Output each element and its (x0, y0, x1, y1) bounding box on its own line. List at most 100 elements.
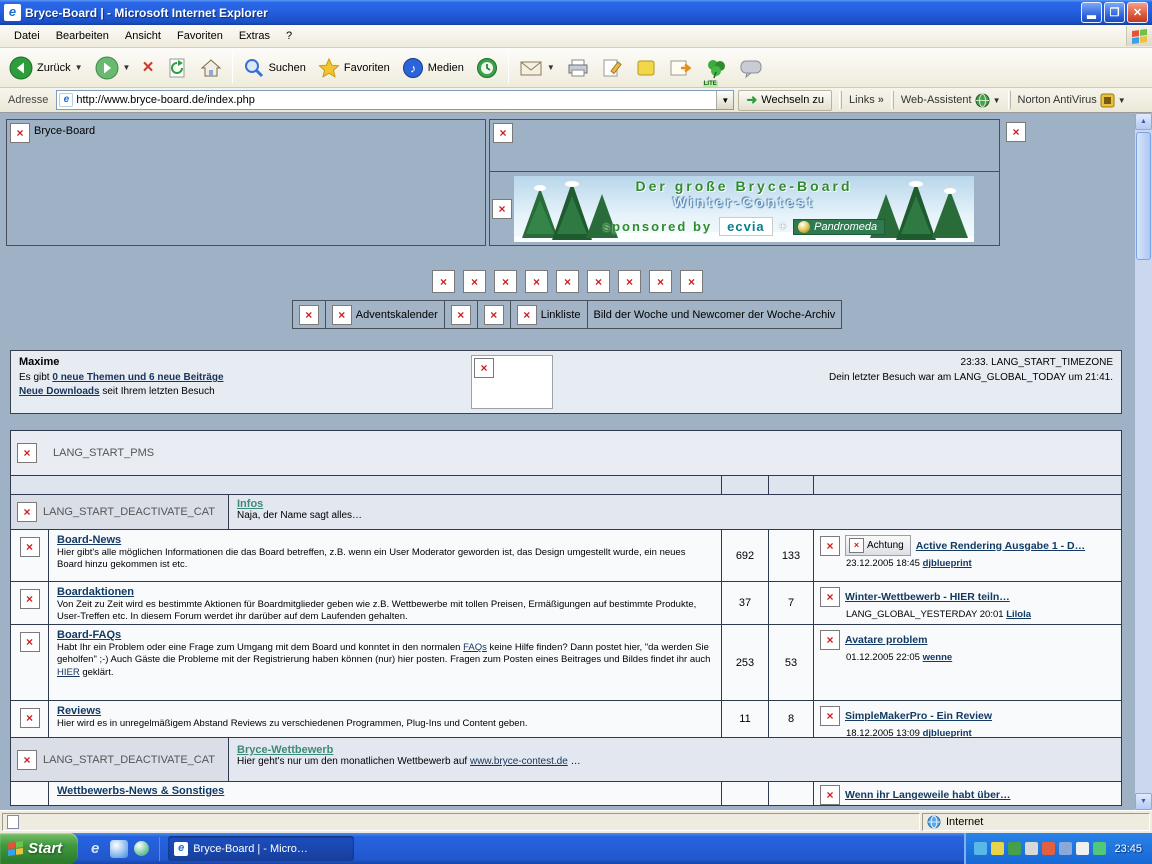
forward-dropdown-icon[interactable]: ▼ (123, 63, 131, 72)
bild-der-woche-link[interactable]: Bild der Woche und Newcomer der Woche-Ar… (594, 309, 836, 321)
toolbar-grip[interactable] (890, 91, 894, 109)
nav-button-broken-image[interactable]: × (432, 270, 455, 293)
pandromeda-logo[interactable]: Pandromeda (793, 218, 886, 235)
address-dropdown-icon[interactable]: ▼ (716, 91, 734, 109)
quick-launch-icon[interactable] (110, 839, 129, 858)
folders-button[interactable] (664, 51, 698, 85)
vertical-scrollbar[interactable]: ▲ ▼ (1135, 113, 1152, 810)
last-topic-link[interactable]: Winter-Wettbewerb - HIER teiln… (845, 591, 1010, 603)
scroll-up-button[interactable]: ▲ (1135, 113, 1152, 130)
last-post-user[interactable]: wenne (923, 652, 953, 663)
scrollbar-thumb[interactable] (1136, 132, 1151, 260)
deactivate-category-cell[interactable]: × LANG_START_DEACTIVATE_CAT (11, 738, 229, 781)
quick-launch: e (78, 839, 157, 858)
norton-toolbar[interactable]: Norton AntiVirus ▼ (1018, 93, 1126, 108)
scroll-down-button[interactable]: ▼ (1135, 793, 1152, 810)
tray-icon[interactable] (1059, 842, 1073, 855)
forum-link[interactable]: Boardaktionen (57, 586, 134, 598)
menu-extras[interactable]: Extras (231, 27, 278, 45)
nav-cell-adventskalender[interactable]: × Adventskalender (324, 300, 445, 329)
refresh-button[interactable] (161, 51, 193, 85)
nav-cell-bild-der-woche[interactable]: Bild der Woche und Newcomer der Woche-Ar… (586, 300, 843, 329)
ecvia-logo[interactable]: ecvia (719, 217, 773, 236)
address-input[interactable] (76, 92, 717, 108)
nav-button-broken-image[interactable]: × (494, 270, 517, 293)
new-downloads-line[interactable]: Neue Downloads seit Ihrem letzten Besuch (19, 385, 471, 400)
winter-contest-banner[interactable]: Der große Bryce-Board Winter-Contest spo… (514, 175, 974, 242)
nav-button-broken-image[interactable]: × (587, 270, 610, 293)
stop-button[interactable]: × (137, 51, 158, 85)
media-button[interactable]: ♪ Medien (397, 51, 469, 85)
menu-hilfe[interactable]: ? (278, 27, 300, 45)
links-toolbar[interactable]: Links » (849, 94, 884, 106)
chevron-icon[interactable]: » (878, 94, 884, 106)
favorites-button[interactable]: Favoriten (313, 51, 395, 85)
tray-icon[interactable] (1042, 842, 1056, 855)
home-button[interactable] (195, 51, 227, 85)
toolbar-grip[interactable] (1007, 91, 1011, 109)
nav-button-broken-image[interactable]: × (463, 270, 486, 293)
task-button-bryce-board[interactable]: e Bryce-Board | - Micro… (168, 836, 355, 861)
last-post-user[interactable]: Lilola (1006, 609, 1031, 620)
search-button[interactable]: Suchen (238, 51, 311, 85)
quick-launch-ie-icon[interactable]: e (86, 840, 104, 858)
category-link[interactable]: Bryce-Wettbewerb (237, 744, 333, 756)
forward-button[interactable]: ▼ (90, 51, 136, 85)
messenger-button[interactable] (630, 51, 662, 85)
nav-button-broken-image[interactable]: × (556, 270, 579, 293)
category-link[interactable]: Infos (237, 498, 263, 510)
menu-datei[interactable]: Datei (6, 27, 48, 45)
tray-icon[interactable] (1093, 842, 1107, 855)
back-dropdown-icon[interactable]: ▼ (75, 63, 83, 72)
nav-cell-icon[interactable]: × (476, 300, 511, 329)
tray-icon[interactable] (1025, 842, 1039, 855)
limewire-button[interactable]: LITE (700, 51, 732, 87)
back-button[interactable]: Zurück ▼ (4, 51, 88, 85)
globe-icon (975, 93, 990, 107)
mail-dropdown-icon[interactable]: ▼ (547, 63, 555, 72)
web-assistant-toolbar[interactable]: Web-Assistent ▼ (901, 93, 1001, 108)
toolbar-grip[interactable] (839, 91, 843, 109)
mail-button[interactable]: ▼ (514, 51, 560, 85)
nav-cell-icon[interactable]: × (291, 300, 326, 329)
last-topic-link[interactable]: SimpleMakerPro - Ein Review (845, 710, 992, 722)
menu-favoriten[interactable]: Favoriten (169, 27, 231, 45)
deactivate-category-cell[interactable]: × LANG_START_DEACTIVATE_CAT (11, 495, 229, 529)
nav-button-broken-image[interactable]: × (680, 270, 703, 293)
tray-icon[interactable] (1076, 842, 1090, 855)
close-button[interactable]: ✕ (1127, 2, 1148, 23)
nav-button-broken-image[interactable]: × (649, 270, 672, 293)
last-topic-link[interactable]: Wenn ihr Langeweile habt über… (845, 789, 1011, 801)
forum-link[interactable]: Wettbewerbs-News & Sonstiges (57, 785, 224, 797)
nav-button-broken-image[interactable]: × (525, 270, 548, 293)
tray-icon[interactable] (991, 842, 1005, 855)
tray-icon[interactable] (1008, 842, 1022, 855)
last-post-user[interactable]: djblueprint (923, 558, 972, 569)
linkliste-link[interactable]: Linkliste (541, 309, 581, 321)
go-button[interactable]: ➜ Wechseln zu (738, 89, 833, 111)
quick-launch-icon[interactable] (134, 841, 150, 856)
discuss-button[interactable] (734, 51, 768, 85)
web-assistant-dropdown-icon[interactable]: ▼ (993, 96, 1001, 105)
tray-icon[interactable] (974, 842, 988, 855)
print-button[interactable] (562, 51, 594, 85)
go-arrow-icon: ➜ (746, 92, 758, 107)
nav-cell-linkliste[interactable]: × Linkliste (509, 300, 588, 329)
last-topic-link[interactable]: Active Rendering Ausgabe 1 - D… (916, 540, 1085, 552)
nav-cell-icon[interactable]: × (443, 300, 478, 329)
norton-dropdown-icon[interactable]: ▼ (1118, 96, 1126, 105)
forum-link[interactable]: Board-FAQs (57, 629, 121, 641)
history-button[interactable] (471, 51, 503, 85)
new-posts-line[interactable]: Es gibt 0 neue Themen und 6 neue Beiträg… (19, 371, 471, 386)
menu-bearbeiten[interactable]: Bearbeiten (48, 27, 117, 45)
forum-link[interactable]: Reviews (57, 705, 101, 717)
nav-button-broken-image[interactable]: × (618, 270, 641, 293)
start-button[interactable]: Start (0, 833, 79, 864)
last-topic-link[interactable]: Avatare problem (845, 634, 927, 646)
forum-link[interactable]: Board-News (57, 534, 121, 546)
minimize-button[interactable]: ▂ (1081, 2, 1102, 23)
adventskalender-link[interactable]: Adventskalender (356, 309, 438, 321)
maximize-button[interactable]: ❐ (1104, 2, 1125, 23)
menu-ansicht[interactable]: Ansicht (117, 27, 169, 45)
edit-button[interactable] (596, 51, 628, 85)
